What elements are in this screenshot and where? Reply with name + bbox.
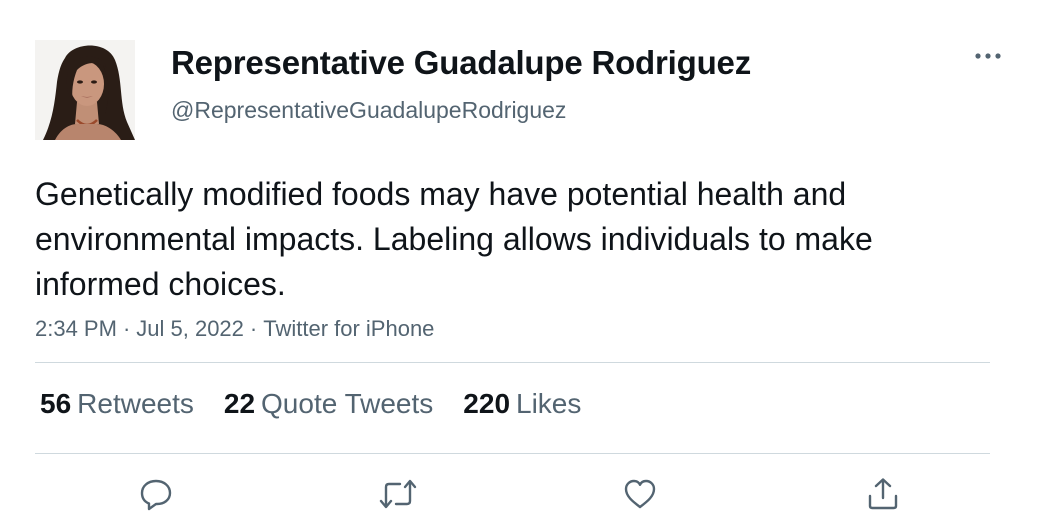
quote-tweets-count: 22 bbox=[223, 388, 256, 419]
likes-label: Likes bbox=[516, 388, 582, 419]
like-icon bbox=[624, 479, 656, 509]
share-icon bbox=[868, 478, 898, 510]
tweet-time[interactable]: 2:34 PM bbox=[35, 316, 117, 341]
retweet-button[interactable] bbox=[373, 470, 423, 518]
action-bar bbox=[0, 470, 1050, 520]
avatar-portrait-image bbox=[35, 40, 135, 140]
retweets-stat[interactable]: 56 Retweets bbox=[40, 388, 194, 420]
reply-icon bbox=[140, 479, 172, 511]
tweet-source[interactable]: Twitter for iPhone bbox=[263, 316, 434, 341]
avatar[interactable] bbox=[35, 40, 135, 140]
divider bbox=[35, 362, 990, 363]
tweet-card: Representative Guadalupe Rodriguez @Repr… bbox=[0, 0, 1050, 525]
retweets-count: 56 bbox=[40, 388, 72, 419]
retweets-label: Retweets bbox=[77, 388, 194, 419]
more-dots-icon bbox=[975, 53, 1001, 59]
author-display-name[interactable]: Representative Guadalupe Rodriguez bbox=[171, 44, 751, 82]
meta-separator: · bbox=[249, 316, 258, 341]
divider bbox=[35, 453, 990, 454]
tweet-date[interactable]: Jul 5, 2022 bbox=[136, 316, 244, 341]
tweet-metadata: 2:34 PM · Jul 5, 2022 · Twitter for iPhone bbox=[35, 316, 434, 342]
meta-separator: · bbox=[122, 316, 131, 341]
author-handle[interactable]: @RepresentativeGuadalupeRodriguez bbox=[171, 97, 566, 124]
more-options-button[interactable] bbox=[970, 42, 1006, 70]
like-button[interactable] bbox=[615, 470, 665, 518]
retweet-icon bbox=[379, 479, 417, 509]
likes-stat[interactable]: 220 Likes bbox=[463, 388, 581, 420]
reply-button[interactable] bbox=[131, 470, 181, 518]
engagement-stats: 56 Retweets 22 Quote Tweets 220 Likes bbox=[40, 388, 611, 420]
quote-tweets-label: Quote Tweets bbox=[261, 388, 434, 419]
tweet-text: Genetically modified foods may have pote… bbox=[35, 176, 873, 302]
quote-tweets-stat[interactable]: 22 Quote Tweets bbox=[224, 388, 433, 420]
likes-count: 220 bbox=[463, 388, 511, 419]
share-button[interactable] bbox=[858, 470, 908, 518]
